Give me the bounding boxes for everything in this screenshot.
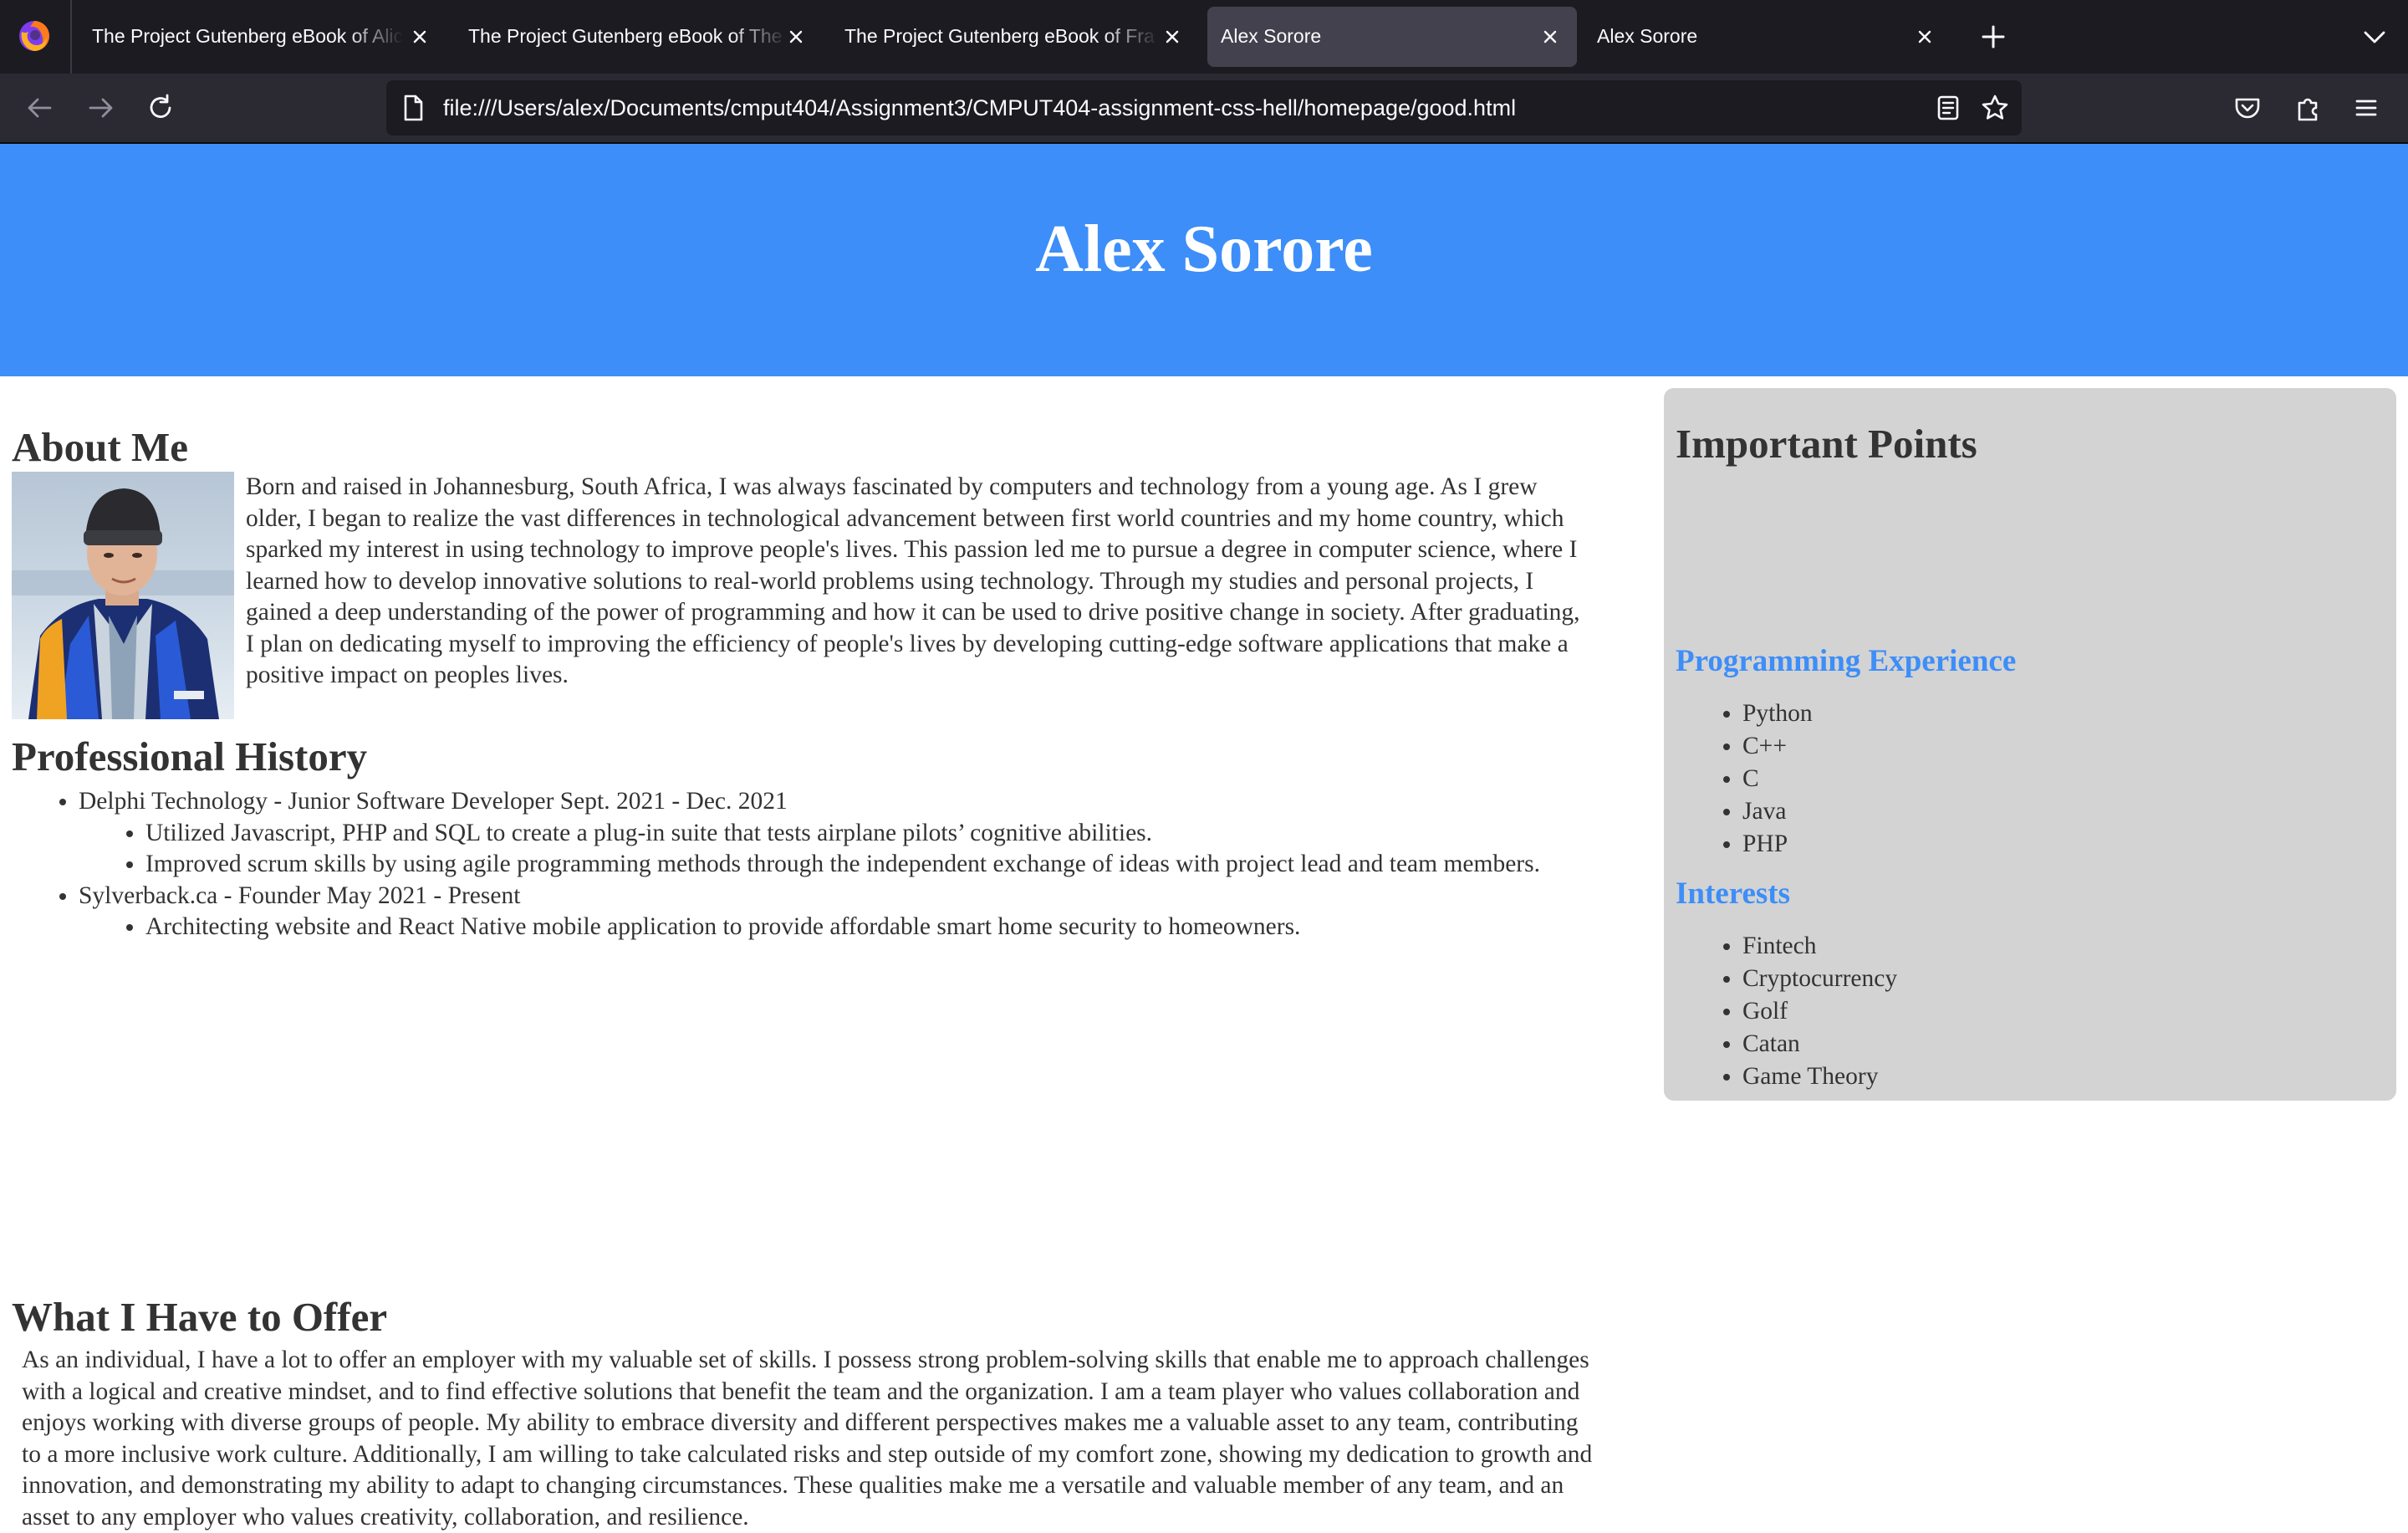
tab-title: The Project Gutenberg eBook of Alic xyxy=(92,25,403,47)
firefox-logo-icon[interactable] xyxy=(17,18,52,54)
programming-list: Python C++ C Java PHP xyxy=(1664,698,2396,861)
important-points-sidebar: Important Points Programming Experience … xyxy=(1664,388,2396,1101)
interests-heading: Interests xyxy=(1676,876,1791,911)
profile-photo xyxy=(12,472,234,719)
tab-separator xyxy=(70,0,72,74)
reader-view-icon[interactable] xyxy=(1933,93,1963,123)
list-item: Python xyxy=(1742,698,2396,730)
list-item: Golf xyxy=(1742,995,2396,1028)
close-tab-icon[interactable] xyxy=(1161,25,1184,49)
history-list: Delphi Technology - Junior Software Deve… xyxy=(12,786,1584,943)
list-item: C++ xyxy=(1742,730,2396,763)
list-item: Delphi Technology - Junior Software Deve… xyxy=(79,786,1584,881)
about-section: Born and raised in Johannesburg, South A… xyxy=(12,472,1584,724)
page-document-icon[interactable] xyxy=(398,93,428,123)
about-heading: About Me xyxy=(12,424,188,470)
programming-experience-heading: Programming Experience xyxy=(1676,644,2017,678)
job-details-list: Utilized Javascript, PHP and SQL to crea… xyxy=(79,818,1584,881)
close-tab-icon[interactable] xyxy=(784,25,808,49)
job-title: Sylverback.ca - Founder May 2021 - Prese… xyxy=(79,881,521,909)
about-text: Born and raised in Johannesburg, South A… xyxy=(246,473,1580,688)
offer-text: As an individual, I have a lot to offer … xyxy=(22,1346,1593,1530)
professional-history-heading: Professional History xyxy=(12,733,368,779)
tab-title: Alex Sorore xyxy=(1597,25,1698,47)
list-item: PHP xyxy=(1742,828,2396,861)
back-arrow-icon[interactable] xyxy=(25,93,55,123)
tab-gutenberg-frankenstein[interactable]: The Project Gutenberg eBook of Fra xyxy=(831,7,1189,67)
list-item: Catan xyxy=(1742,1028,2396,1060)
page-content: Alex Sorore About Me Born and raised in … xyxy=(0,144,2408,1530)
list-item: Fintech xyxy=(1742,930,2396,963)
address-bar[interactable]: file:///Users/alex/Documents/cmput404/As… xyxy=(386,80,2022,135)
menu-hamburger-icon[interactable] xyxy=(2351,93,2381,123)
close-tab-icon[interactable] xyxy=(1538,25,1562,49)
list-item: Architecting website and React Native mo… xyxy=(145,912,1584,943)
list-item: Sylverback.ca - Founder May 2021 - Prese… xyxy=(79,881,1584,943)
tab-title: The Project Gutenberg eBook of The xyxy=(468,25,783,47)
sidebar-heading: Important Points xyxy=(1676,421,1977,467)
tab-alex-sorore-active[interactable]: Alex Sorore xyxy=(1207,7,1577,67)
site-header: Alex Sorore xyxy=(0,144,2408,376)
list-item: Utilized Javascript, PHP and SQL to crea… xyxy=(145,818,1584,850)
offer-heading: What I Have to Offer xyxy=(12,1294,388,1340)
list-item: Improved scrum skills by using agile pro… xyxy=(145,849,1584,881)
list-all-tabs-chevron-down-icon[interactable] xyxy=(2361,23,2388,50)
list-item: C xyxy=(1742,763,2396,795)
close-tab-icon[interactable] xyxy=(408,25,431,49)
pocket-icon[interactable] xyxy=(2232,93,2263,123)
tab-gutenberg-alice[interactable]: The Project Gutenberg eBook of Alic xyxy=(79,7,436,67)
tab-strip: The Project Gutenberg eBook of Alic The … xyxy=(0,0,2408,74)
tab-gutenberg-the[interactable]: The Project Gutenberg eBook of The xyxy=(455,7,813,67)
close-tab-icon[interactable] xyxy=(1913,25,1936,49)
job-details-list: Architecting website and React Native mo… xyxy=(79,912,1584,943)
list-item: Game Theory xyxy=(1742,1060,2396,1093)
tab-title: The Project Gutenberg eBook of Fra xyxy=(844,25,1155,47)
navigation-toolbar: file:///Users/alex/Documents/cmput404/As… xyxy=(0,74,2408,142)
list-item: Java xyxy=(1742,795,2396,828)
forward-arrow-icon[interactable] xyxy=(85,93,115,123)
list-item: Cryptocurrency xyxy=(1742,963,2396,995)
new-tab-plus-icon[interactable] xyxy=(1978,22,2008,52)
job-title: Delphi Technology - Junior Software Deve… xyxy=(79,788,788,815)
extensions-puzzle-icon[interactable] xyxy=(2293,93,2323,123)
reload-icon[interactable] xyxy=(145,93,176,123)
tab-title: Alex Sorore xyxy=(1221,25,1322,47)
interests-list: Fintech Cryptocurrency Golf Catan Game T… xyxy=(1664,930,2396,1093)
bookmark-star-icon[interactable] xyxy=(1980,93,2010,123)
site-title: Alex Sorore xyxy=(1035,212,1373,286)
url-text[interactable]: file:///Users/alex/Documents/cmput404/As… xyxy=(443,95,1516,121)
tab-alex-sorore[interactable]: Alex Sorore xyxy=(1584,7,1951,67)
